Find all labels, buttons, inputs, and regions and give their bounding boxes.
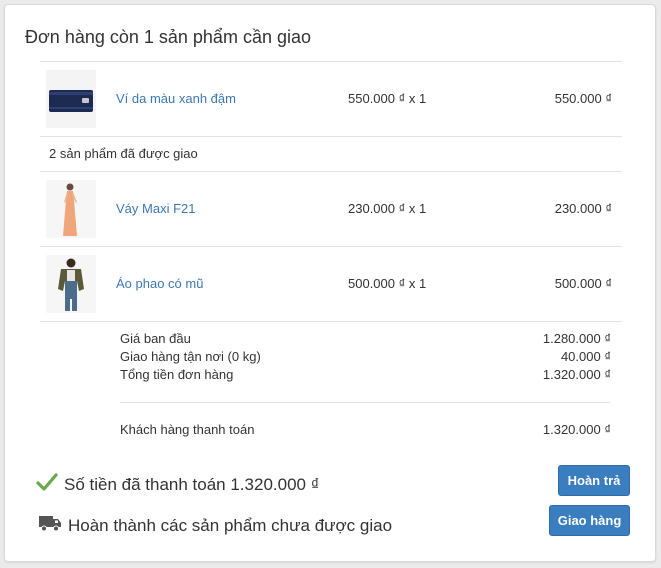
- order-item-row: Áo phao có mũ 500.000 ₫ x 1 500.000 ₫: [40, 247, 622, 321]
- subtotal-label: Giá ban đầu: [120, 331, 191, 346]
- product-link[interactable]: Váy Maxi F21: [116, 201, 195, 216]
- total-value: 1.320.000 ₫: [542, 367, 611, 382]
- truck-icon: [38, 513, 62, 538]
- product-link[interactable]: Ví da màu xanh đậm: [116, 91, 236, 106]
- fulfillment-status-text: Hoàn thành các sản phẩm chưa được giao: [68, 515, 393, 535]
- product-qty-price: 230.000 ₫ x 1: [348, 201, 427, 216]
- divider: [120, 402, 610, 403]
- subtotal-value: 1.280.000 ₫: [542, 331, 611, 346]
- fulfill-button[interactable]: Giao hàng: [549, 505, 630, 536]
- order-item-row: Váy Maxi F21 230.000 ₫ x 1 230.000 ₫: [40, 172, 622, 246]
- total-label: Tổng tiền đơn hàng: [120, 367, 234, 382]
- jacket-image: [46, 255, 96, 313]
- delivered-items-label: 2 sản phẩm đã được giao: [49, 146, 198, 161]
- divider: [40, 136, 622, 137]
- dress-image: [46, 180, 96, 238]
- payment-status: Số tiền đã thanh toán 1.320.000 ₫: [36, 472, 319, 497]
- divider: [40, 321, 622, 322]
- product-qty-price: 550.000 ₫ x 1: [348, 91, 427, 106]
- product-line-total: 550.000 ₫: [554, 91, 612, 106]
- wallet-image: [46, 70, 96, 128]
- order-item-row: Ví da màu xanh đậm 550.000 ₫ x 1 550.000…: [40, 62, 622, 136]
- paid-label: Khách hàng thanh toán: [120, 422, 255, 437]
- product-link[interactable]: Áo phao có mũ: [116, 276, 203, 291]
- product-line-total: 230.000 ₫: [554, 201, 612, 216]
- product-line-total: 500.000 ₫: [554, 276, 612, 291]
- payment-status-text: Số tiền đã thanh toán 1.320.000 ₫: [64, 474, 320, 494]
- shipping-label: Giao hàng tận nơi (0 kg): [120, 349, 261, 364]
- shipping-value: 40.000 ₫: [560, 349, 611, 364]
- product-qty-price: 500.000 ₫ x 1: [348, 276, 427, 291]
- check-icon: [36, 472, 58, 497]
- paid-value: 1.320.000 ₫: [542, 422, 611, 437]
- refund-button[interactable]: Hoàn trả: [558, 465, 630, 496]
- fulfillment-status: Hoàn thành các sản phẩm chưa được giao: [38, 513, 392, 538]
- order-title: Đơn hàng còn 1 sản phẩm cần giao: [25, 27, 311, 47]
